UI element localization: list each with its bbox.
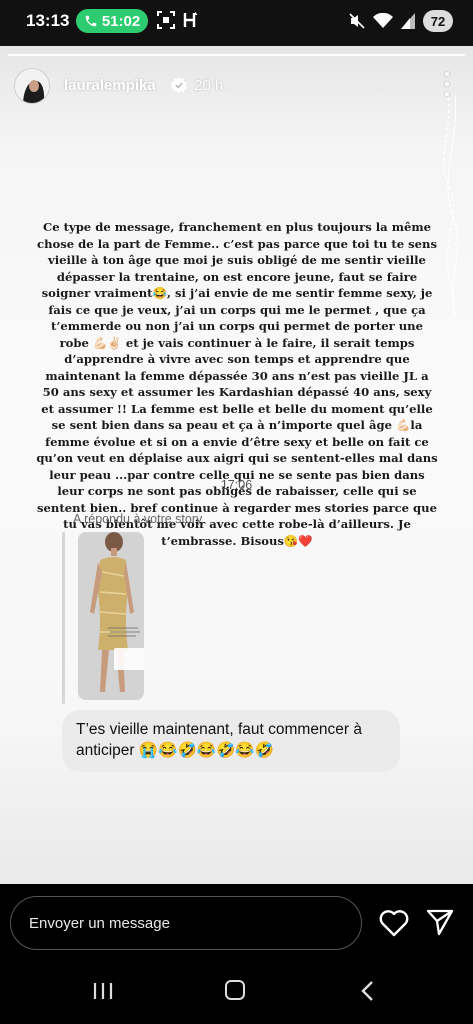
story-progress-bar xyxy=(8,54,465,56)
story-content[interactable]: lauralempika 20 h Ce type de message, fr… xyxy=(0,46,473,884)
navigation-bar xyxy=(0,978,473,1024)
call-indicator[interactable]: 51:02 xyxy=(76,9,148,33)
message-input[interactable]: Envoyer un message xyxy=(10,896,362,950)
story-age: 20 h xyxy=(194,77,224,94)
dress-photo-image xyxy=(78,532,144,700)
call-timer: 51:02 xyxy=(101,12,141,30)
avatar-image xyxy=(15,69,49,103)
wifi-icon xyxy=(373,13,393,28)
quote-bar xyxy=(62,532,65,704)
story-caption: Ce type de message, franchement en plus … xyxy=(36,220,438,548)
battery-indicator: 72 xyxy=(423,10,453,32)
recents-icon[interactable] xyxy=(92,982,114,1000)
reply-message-bubble[interactable]: T’es vieille maintenant, faut commencer … xyxy=(62,710,400,772)
status-bar: 13:13 51:02 72 xyxy=(0,0,473,46)
screen-record-icon xyxy=(157,11,175,29)
bottom-bar: Envoyer un message xyxy=(0,884,473,1024)
story-username[interactable]: lauralempika xyxy=(64,77,156,94)
message-timestamp: 17:06 xyxy=(220,478,253,492)
mute-icon xyxy=(349,13,365,29)
home-icon[interactable] xyxy=(225,980,245,1000)
signal-icon xyxy=(401,13,415,29)
h-network-icon xyxy=(183,12,198,27)
replied-to-story-label: A répondu à votre story xyxy=(73,512,203,526)
verified-badge-icon xyxy=(171,77,187,93)
send-icon[interactable] xyxy=(426,908,454,936)
avatar[interactable] xyxy=(14,68,50,104)
story-header: lauralempika 20 h xyxy=(14,68,460,108)
status-icons-right: 72 xyxy=(349,10,453,32)
heart-icon[interactable] xyxy=(379,909,409,937)
status-icons-left xyxy=(157,11,199,29)
back-icon[interactable] xyxy=(359,980,375,1002)
status-time: 13:13 xyxy=(26,11,70,30)
phone-icon xyxy=(85,15,97,27)
story-thumbnail[interactable] xyxy=(78,532,144,700)
